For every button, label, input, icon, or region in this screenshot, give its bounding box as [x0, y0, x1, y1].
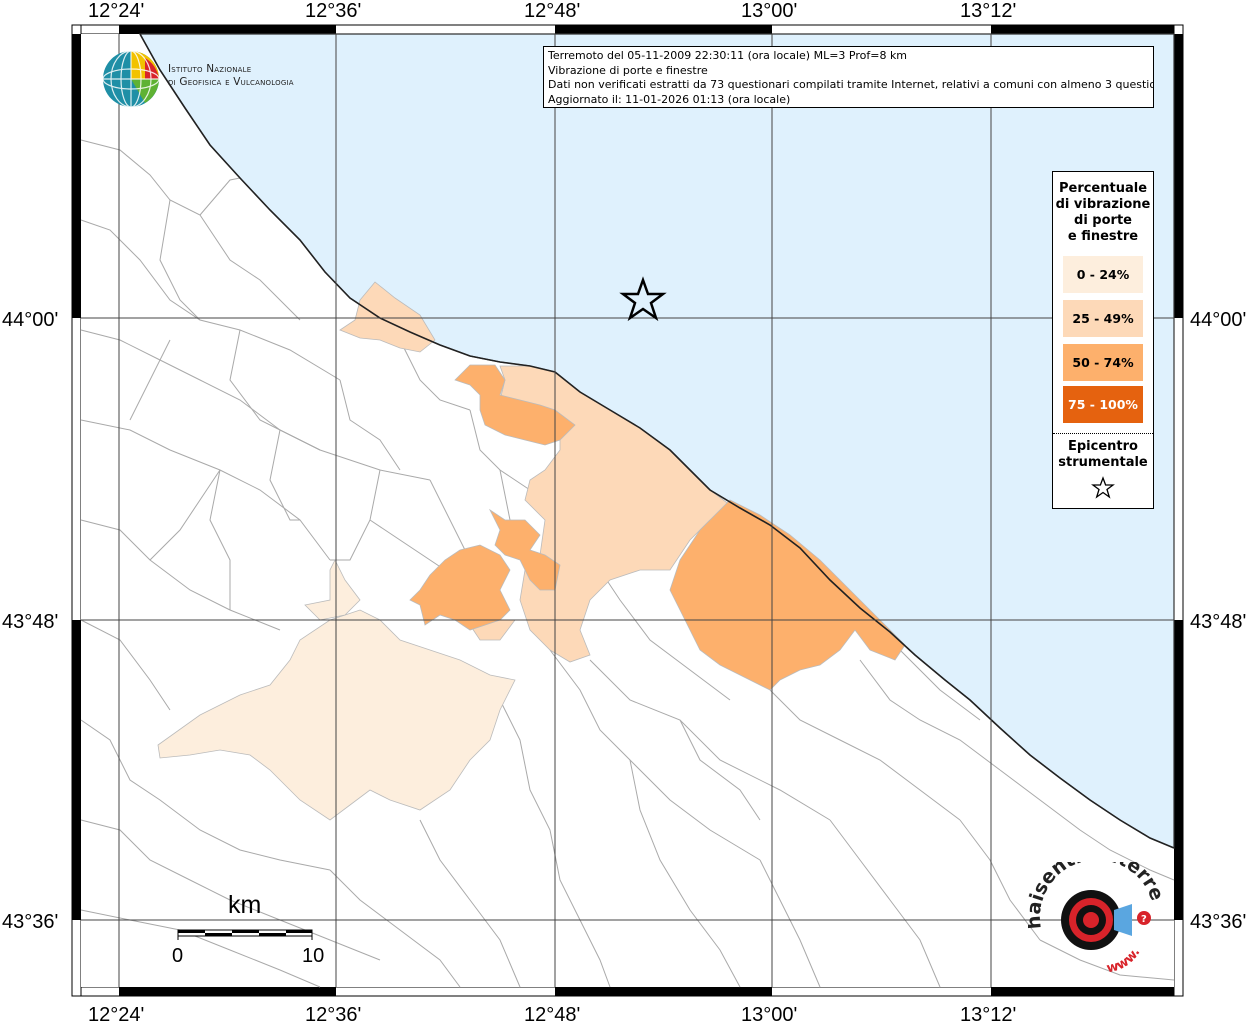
lon-label: 13°00' — [741, 1004, 797, 1024]
haisentito-www-text: www. — [1105, 945, 1143, 976]
lat-label: 44°00' — [2, 309, 58, 331]
ingv-logo: Istituto Nazionale di Geofisica e Vulcan… — [100, 48, 320, 110]
longitude-labels-top: 12°24' 12°36' 12°48' 13°00' 13°12' — [88, 0, 1016, 22]
lon-label: 12°36' — [305, 1004, 361, 1024]
legend-class-0-24: 0 - 24% — [1063, 256, 1143, 293]
legend-title: Percentuale di vibrazione di porte e fin… — [1055, 181, 1151, 244]
lon-label: 12°36' — [305, 0, 361, 22]
lat-label: 43°36' — [2, 911, 58, 933]
event-title: Terremoto del 05-11-2009 22:30:11 (ora l… — [548, 49, 908, 62]
ingv-globe-icon — [102, 50, 160, 108]
event-data-note: Dati non verificati estratti da 73 quest… — [548, 78, 1154, 91]
legend-class-25-49: 25 - 49% — [1063, 300, 1143, 337]
lat-label: 43°48' — [2, 611, 58, 633]
legend-epicenter-label: Epicentro strumentale — [1058, 439, 1148, 470]
lat-label: 43°36' — [1190, 911, 1246, 933]
legend-class-50-74: 50 - 74% — [1063, 344, 1143, 381]
map-area[interactable]: km 0 10 — [80, 33, 1175, 988]
scale-min-label: 0 — [172, 945, 183, 967]
haisentito-logo-icon: haisentitoilterremoto.it www. ? — [1018, 843, 1168, 977]
lat-label: 44°00' — [1190, 309, 1246, 331]
lon-label: 12°24' — [88, 0, 144, 22]
scale-unit-label: km — [228, 891, 261, 919]
ingv-logo-text: Istituto Nazionale di Geofisica e Vulcan… — [168, 63, 294, 89]
scale-max-label: 10 — [302, 945, 324, 967]
legend-divider — [1053, 433, 1153, 434]
svg-text:www.: www. — [1105, 945, 1143, 976]
lon-label: 13°00' — [741, 0, 797, 22]
svg-text:?: ? — [1141, 914, 1147, 925]
lat-label: 43°48' — [1190, 611, 1246, 633]
event-info-box: Terremoto del 05-11-2009 22:30:11 (ora l… — [543, 46, 1154, 108]
lon-label: 12°48' — [524, 0, 580, 22]
star-icon — [1091, 476, 1115, 499]
ingv-logo-line: Istituto Nazionale — [168, 63, 252, 75]
longitude-labels-bottom: 12°24' 12°36' 12°48' 13°00' 13°12' — [88, 1004, 1016, 1024]
event-updated: Aggiornato il: 11-01-2026 01:13 (ora loc… — [548, 92, 791, 106]
latitude-labels-right: 44°00' 43°48' 43°36' — [1190, 309, 1246, 933]
lon-label: 12°48' — [524, 1004, 580, 1024]
lon-label: 12°24' — [88, 1004, 144, 1024]
latitude-labels-left: 44°00' 43°48' 43°36' — [2, 309, 58, 933]
lon-label: 13°12' — [960, 0, 1016, 22]
legend-panel: Percentuale di vibrazione di porte e fin… — [1052, 171, 1154, 509]
lon-label: 13°12' — [960, 1004, 1016, 1024]
ingv-logo-line: di Geofisica e Vulcanologia — [168, 76, 294, 88]
event-subtitle: Vibrazione di porte e finestre — [548, 63, 708, 77]
legend-class-75-100: 75 - 100% — [1063, 386, 1143, 423]
haisentito-logo[interactable]: haisentitoilterremoto.it www. ? — [1018, 843, 1168, 982]
